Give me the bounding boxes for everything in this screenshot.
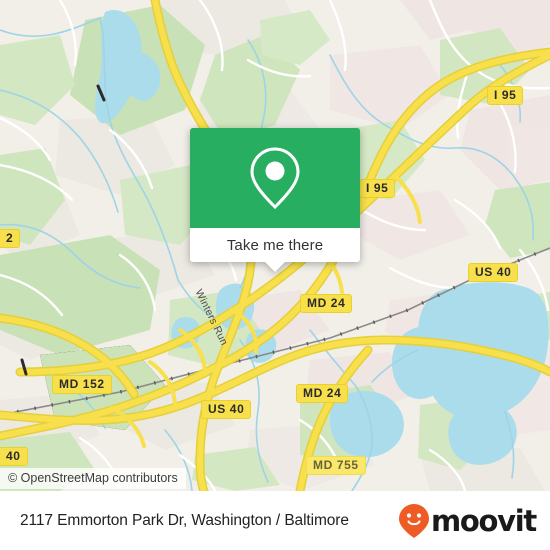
road-shield-md24-upper[interactable]: MD 24 bbox=[300, 294, 353, 313]
destination-popup-card[interactable]: Take me there bbox=[190, 128, 360, 272]
footer-bar: 2117 Emmorton Park Dr, Washington / Balt… bbox=[0, 491, 550, 550]
moovit-map-screen: Winters Run I 95 I 95 US 40 MD 24 MD 24 … bbox=[0, 0, 550, 550]
road-shield-md755[interactable]: MD 755 bbox=[306, 456, 366, 475]
popup-action-area[interactable]: Take me there bbox=[190, 228, 360, 262]
road-shield-i95-northeast[interactable]: I 95 bbox=[487, 86, 524, 105]
take-me-there-label: Take me there bbox=[226, 236, 324, 254]
popup-pin-area bbox=[190, 128, 360, 228]
popup-tail-arrow bbox=[264, 261, 286, 272]
road-shield-md152[interactable]: MD 152 bbox=[52, 375, 112, 394]
address-label: 2117 Emmorton Park Dr, Washington / Balt… bbox=[20, 512, 349, 529]
map-pin-icon bbox=[250, 147, 300, 210]
road-shield-clipped-west-lower[interactable]: 40 bbox=[0, 447, 28, 466]
moovit-logo[interactable]: moovit bbox=[398, 503, 537, 539]
road-shield-us40-south[interactable]: US 40 bbox=[201, 400, 252, 419]
map-canvas[interactable]: Winters Run I 95 I 95 US 40 MD 24 MD 24 … bbox=[0, 0, 550, 491]
moovit-wordmark: moovit bbox=[431, 503, 537, 538]
road-shield-us40-east[interactable]: US 40 bbox=[468, 263, 519, 282]
road-shield-clipped-west-upper[interactable]: 2 bbox=[0, 229, 21, 248]
road-shield-md24-lower[interactable]: MD 24 bbox=[296, 384, 349, 403]
moovit-smiley-pin-icon bbox=[399, 504, 430, 538]
map-attribution[interactable]: © OpenStreetMap contributors bbox=[0, 468, 186, 489]
road-shield-i95-mid[interactable]: I 95 bbox=[359, 179, 396, 198]
